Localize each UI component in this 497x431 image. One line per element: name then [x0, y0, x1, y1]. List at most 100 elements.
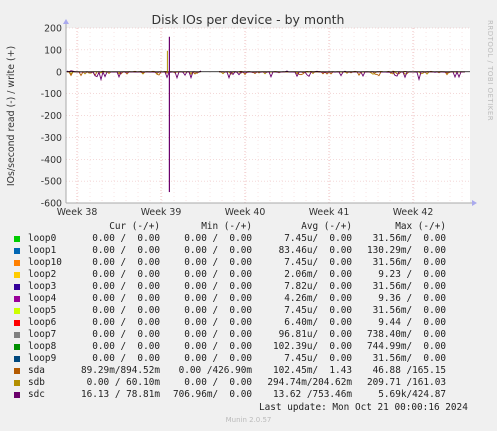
chart-title: Disk IOs per device - by month: [152, 12, 345, 27]
legend-name: sdb: [28, 377, 45, 388]
legend-cur: 89.29m/894.52m: [80, 365, 160, 376]
y-tick-label: 100: [44, 45, 62, 56]
legend-name: loop9: [28, 353, 57, 364]
legend-avg: 7.45u/ 0.00: [284, 305, 352, 316]
legend-min: 0.00 / 0.00: [184, 341, 252, 352]
legend-cur: 0.00 / 0.00: [92, 329, 160, 340]
y-tick-label: -100: [41, 89, 62, 100]
legend-max: 31.56m/ 0.00: [372, 233, 446, 244]
legend-name: loop7: [28, 329, 57, 340]
x-tick-label: Week 38: [57, 207, 98, 218]
legend-row-loop8: loop8 0.00 / 0.00 0.00 / 0.00 102.39u/ 0.00…: [12, 341, 446, 353]
legend-min: 706.96m/ 0.00: [172, 389, 252, 400]
legend-row-loop2: loop2 0.00 / 0.00 0.00 / 0.00 2.06m/ 0.00 9.…: [12, 269, 446, 281]
legend-name: loop8: [28, 341, 57, 352]
legend-avg: 2.06m/ 0.00: [284, 269, 352, 280]
last-update: Last update: Mon Oct 21 00:00:16 2024: [259, 402, 468, 413]
legend-avg: 102.39u/ 0.00: [272, 341, 352, 352]
x-tick-label: Week 42: [393, 207, 434, 218]
legend-max: 9.36 / 0.00: [378, 293, 446, 304]
legend-avg: 7.45u/ 0.00: [284, 353, 352, 364]
legend-min: 0.00 / 0.00: [184, 317, 252, 328]
y-axis-label: IOs/second read (-) / write (+): [6, 46, 17, 186]
legend-min: 0.00 / 0.00: [184, 305, 252, 316]
legend-row-sda: sda 89.29m/894.52m 0.00 /426.90m 102.45m/ 1…: [12, 365, 446, 377]
y-tick-label: -200: [41, 111, 62, 122]
legend-name: sda: [28, 365, 45, 376]
y-tick-label: 200: [44, 24, 62, 35]
legend-min: 0.00 / 0.00: [184, 293, 252, 304]
legend-swatch: [14, 308, 20, 314]
rrdtool-credit: RRDTOOL / TOBI OETIKER: [486, 20, 494, 122]
legend-cur: 0.00 / 0.00: [92, 269, 160, 280]
x-tick-label: Week 39: [141, 207, 182, 218]
x-axis-arrow: [472, 200, 477, 206]
legend-min: 0.00 / 0.00: [184, 257, 252, 268]
legend-name: loop3: [28, 281, 57, 292]
legend-name: loop4: [28, 293, 57, 304]
legend-header-max: Max (-/+): [395, 221, 446, 232]
legend-max: 31.56m/ 0.00: [372, 281, 446, 292]
munin-version: Munin 2.0.57: [225, 416, 272, 424]
legend-cur: 16.13 / 78.81m: [80, 389, 160, 400]
legend-header-spacer: [14, 224, 20, 230]
y-tick-label: -500: [41, 177, 62, 188]
y-axis-arrow: [63, 19, 69, 24]
legend-avg: 13.62 /753.46m: [272, 389, 352, 400]
legend-min: 0.00 / 0.00: [184, 329, 252, 340]
legend-header: Cur (-/+) Min (-/+) Avg (-/+) Max (-/+): [12, 221, 446, 233]
legend-header-avg: Avg (-/+): [301, 221, 352, 232]
legend-swatch: [14, 368, 20, 374]
legend-row-sdb: sdb 0.00 / 60.10m 0.00 / 0.00 294.74m/204.6…: [12, 377, 446, 389]
legend-swatch: [14, 284, 20, 290]
legend-cur: 0.00 / 0.00: [92, 293, 160, 304]
legend-header-min: Min (-/+): [201, 221, 252, 232]
legend-swatch: [14, 392, 20, 398]
legend-min: 0.00 / 0.00: [184, 233, 252, 244]
y-tick-label: -400: [41, 155, 62, 166]
legend-row-loop7: loop7 0.00 / 0.00 0.00 / 0.00 96.81u/ 0.00 7…: [12, 329, 446, 341]
legend-name: loop1: [28, 245, 57, 256]
legend-cur: 0.00 / 0.00: [92, 245, 160, 256]
legend-min: 0.00 / 0.00: [184, 377, 252, 388]
y-tick-label: -300: [41, 133, 62, 144]
legend-name: loop0: [28, 233, 57, 244]
legend-swatch: [14, 356, 20, 362]
legend-avg: 102.45m/ 1.43: [272, 365, 352, 376]
legend-row-loop4: loop4 0.00 / 0.00 0.00 / 0.00 4.26m/ 0.00 9.…: [12, 293, 446, 305]
legend-header-name: [28, 221, 80, 233]
legend-row-loop1: loop1 0.00 / 0.00 0.00 / 0.00 83.46u/ 0.00 1…: [12, 245, 446, 257]
legend-max: 31.56m/ 0.00: [372, 353, 446, 364]
legend-max: 9.44 / 0.00: [378, 317, 446, 328]
legend-name: loop2: [28, 269, 57, 280]
legend-avg: 96.81u/ 0.00: [278, 329, 352, 340]
legend-row-sdc: sdc 16.13 / 78.81m 706.96m/ 0.00 13.62 /753…: [12, 389, 446, 401]
legend-header-cur: Cur (-/+): [109, 221, 160, 232]
legend-cur: 0.00 / 0.00: [92, 233, 160, 244]
legend-max: 130.29m/ 0.00: [366, 245, 446, 256]
legend-avg: 294.74m/204.62m: [267, 377, 352, 388]
x-tick-label: Week 41: [309, 207, 350, 218]
legend-avg: 4.26m/ 0.00: [284, 293, 352, 304]
legend-max: 9.23 / 0.00: [378, 269, 446, 280]
legend-rows: loop0 0.00 / 0.00 0.00 / 0.00 7.45u/ 0.00 31…: [12, 233, 446, 401]
legend-max: 31.56m/ 0.00: [372, 257, 446, 268]
legend-row-loop10: loop10 0.00 / 0.00 0.00 / 0.00 7.45u/ 0.00 3…: [12, 257, 446, 269]
legend-swatch: [14, 380, 20, 386]
legend-max: 5.69k/424.87: [378, 389, 446, 400]
legend-swatch: [14, 320, 20, 326]
legend-cur: 0.00 / 0.00: [92, 317, 160, 328]
legend-max: 738.40m/ 0.00: [366, 329, 446, 340]
legend-swatch: [14, 272, 20, 278]
legend-row-loop5: loop5 0.00 / 0.00 0.00 / 0.00 7.45u/ 0.00 31…: [12, 305, 446, 317]
legend-name: loop5: [28, 305, 57, 316]
legend-min: 0.00 / 0.00: [184, 281, 252, 292]
y-tick-label: 0: [56, 67, 62, 78]
legend-row-loop9: loop9 0.00 / 0.00 0.00 / 0.00 7.45u/ 0.00 31…: [12, 353, 446, 365]
legend-avg: 6.40m/ 0.00: [284, 317, 352, 328]
legend-swatch: [14, 248, 20, 254]
legend-avg: 7.45u/ 0.00: [284, 233, 352, 244]
legend-avg: 83.46u/ 0.00: [278, 245, 352, 256]
legend-min: 0.00 /426.90m: [178, 365, 252, 376]
legend-name: loop6: [28, 317, 57, 328]
